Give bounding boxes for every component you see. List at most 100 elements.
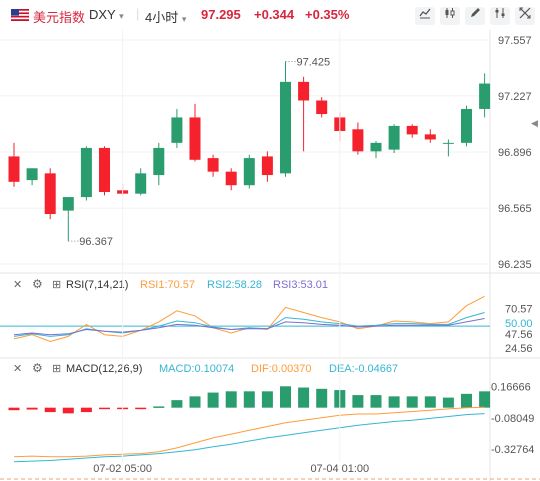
low-price-label: 96.367 <box>79 236 113 248</box>
symbol-selector[interactable]: DXY ▾ <box>89 7 124 22</box>
high-price-label: 97.425 <box>297 57 331 69</box>
rsi-tick-label: 24.56 <box>505 343 533 355</box>
macd-tick-label: -0.08049 <box>491 413 534 425</box>
candle <box>261 151 273 182</box>
candle-body <box>261 156 273 176</box>
macd-histogram-bar <box>461 393 472 408</box>
close-icon[interactable]: ✕ <box>13 363 22 375</box>
indicator-settings-icon[interactable] <box>490 7 510 25</box>
candle-body <box>479 83 491 109</box>
price-change-percent: +0.35% <box>305 7 350 22</box>
chart-canvas: 97.557 97.227 96.896 96.565 96.235 ◀ 97.425 96… <box>0 30 540 481</box>
axis-collapse-icon[interactable]: ◀ <box>531 118 538 128</box>
rsi-line-rsi1 <box>13 295 485 343</box>
macd-histogram-bar <box>153 406 165 408</box>
price-tick-label: 96.896 <box>498 147 532 159</box>
candle-body <box>243 158 255 186</box>
time-tick-label: 07-04 01:00 <box>310 463 369 475</box>
candle <box>189 103 201 162</box>
macd-histogram-bar <box>225 391 237 408</box>
candle-body <box>62 197 74 211</box>
macd-histogram-bar <box>189 396 201 408</box>
rsi-legend: ✕ ⚙ ⊞ RSI(7,14,21) RSI1:70.57 RSI2:58.28 RSI3:… <box>13 277 328 291</box>
candle <box>8 142 20 187</box>
chart-line-icon[interactable] <box>415 7 435 25</box>
price-tick-label: 96.235 <box>498 259 532 271</box>
price-panel: 97.557 97.227 96.896 96.565 96.235 ◀ 97.425 96… <box>0 30 538 481</box>
timeframe-selector[interactable]: 4小时 ▾ <box>145 7 186 26</box>
indicator-title: MACD(12,26,9) <box>66 363 142 375</box>
candle-body <box>44 173 56 215</box>
candle <box>99 146 110 196</box>
macd-histogram-bar <box>388 396 400 408</box>
settings-icon[interactable]: ⚙ <box>32 361 43 375</box>
macd-histogram <box>8 386 491 414</box>
price-change: +0.344 <box>254 7 295 22</box>
indicator-legend-item: MACD:0.10074 <box>159 363 234 375</box>
candlestick-series <box>8 61 491 242</box>
candle-body <box>80 147 92 198</box>
macd-histogram-bar <box>243 391 255 408</box>
macd-histogram-bar <box>26 407 38 410</box>
candle <box>280 61 291 177</box>
indicator-legend-item: RSI2:58.28 <box>207 279 262 291</box>
candle-body <box>388 125 400 150</box>
draw-pen-icon[interactable] <box>465 7 485 25</box>
candle-style-icon[interactable] <box>440 7 460 25</box>
macd-histogram-bar <box>207 392 219 408</box>
price-tick-label: 97.227 <box>498 91 532 103</box>
candle <box>44 168 56 220</box>
header-divider: | <box>136 6 140 21</box>
candle <box>135 168 147 196</box>
candle-body <box>26 168 38 181</box>
candle <box>225 168 237 191</box>
price-tick-label: 96.565 <box>498 203 532 215</box>
candle <box>171 108 183 148</box>
candle <box>298 76 310 152</box>
macd-histogram-bar <box>62 407 74 414</box>
candle-body <box>442 142 454 144</box>
candle-body <box>153 147 165 176</box>
instrument-name[interactable]: 美元指数 <box>33 7 85 26</box>
candle-body <box>280 81 291 174</box>
candle-body <box>298 81 310 101</box>
rsi-line-rsi2 <box>13 312 485 337</box>
candle-body <box>99 147 110 192</box>
rsi-series <box>0 295 490 343</box>
macd-histogram-bar <box>80 407 92 413</box>
candle-body <box>135 173 147 194</box>
macd-histogram-bar <box>8 407 20 411</box>
candle <box>153 142 165 186</box>
candle <box>424 129 436 143</box>
macd-line-dea <box>13 413 485 463</box>
candle <box>243 154 255 189</box>
add-indicator-icon[interactable]: ⊞ <box>52 279 61 291</box>
macd-histogram-bar <box>135 407 147 410</box>
macd-tick-label: 0.16666 <box>491 382 531 394</box>
last-price: 97.295 <box>201 7 241 22</box>
candle <box>461 105 472 147</box>
macd-histogram-bar <box>280 386 291 408</box>
price-axis: 97.557 97.227 96.896 96.565 96.235 ◀ <box>498 35 538 271</box>
candle-body <box>225 171 237 186</box>
candle-body <box>352 129 364 152</box>
indicator-legend-item: DIF:0.00370 <box>251 363 312 375</box>
candle <box>370 141 382 159</box>
settings-icon[interactable]: ⚙ <box>32 277 43 291</box>
candle <box>62 197 74 242</box>
expand-icon[interactable] <box>515 7 535 25</box>
rsi-axis: 70.5750.0047.5624.56 <box>494 304 538 355</box>
macd-histogram-bar <box>406 396 418 408</box>
macd-series <box>13 406 485 463</box>
close-icon[interactable]: ✕ <box>13 279 22 291</box>
rsi-tick-label: 70.57 <box>505 304 533 316</box>
candle-body <box>8 156 20 182</box>
macd-histogram-bar <box>352 395 364 408</box>
candle <box>406 124 418 138</box>
macd-histogram-bar <box>316 388 328 408</box>
candle <box>207 154 219 177</box>
indicator-legend-item: RSI1:70.57 <box>140 279 195 291</box>
candle-body <box>424 134 436 140</box>
add-indicator-icon[interactable]: ⊞ <box>52 363 61 375</box>
indicator-legend-item: RSI3:53.01 <box>273 279 328 291</box>
